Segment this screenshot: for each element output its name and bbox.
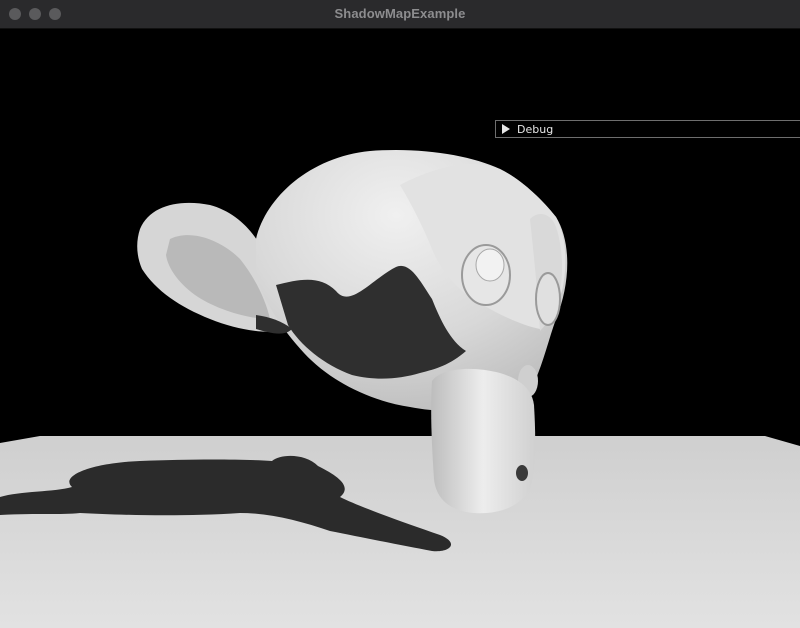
app-window: ShadowMapExample Debug <box>0 0 800 628</box>
mouth <box>516 465 528 481</box>
eye-right <box>535 272 561 326</box>
rendered-scene <box>0 149 800 628</box>
render-viewport[interactable]: Debug <box>0 29 800 628</box>
triangle-right-icon[interactable] <box>502 124 510 134</box>
window-title: ShadowMapExample <box>334 6 466 21</box>
title-bar[interactable]: ShadowMapExample <box>0 0 800 29</box>
debug-panel-title: Debug <box>517 123 554 136</box>
muzzle <box>431 368 536 514</box>
debug-panel-header[interactable]: Debug <box>495 120 800 138</box>
pupil-left <box>475 248 505 282</box>
